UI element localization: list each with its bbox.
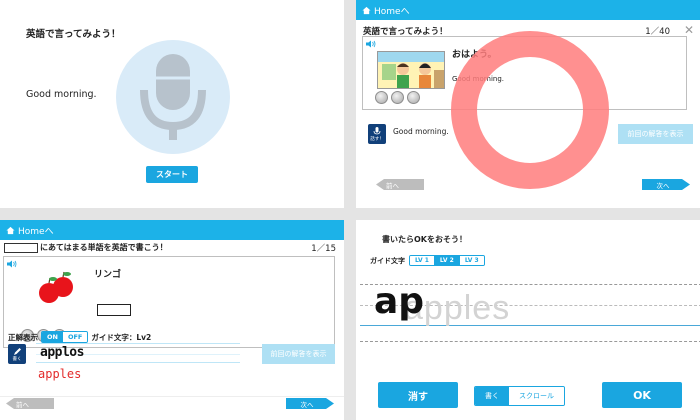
handwritten-answer: applos (40, 345, 84, 360)
guide-level-row: ガイド文字 LV 1 LV 2 LV 3 (370, 255, 485, 266)
medal-icon (407, 91, 420, 104)
medal-row (375, 91, 420, 104)
write-button[interactable]: 書く (8, 344, 26, 364)
handwritten-strokes: ap (374, 281, 425, 322)
start-button[interactable]: スタート (146, 166, 198, 183)
write-question-panel: Homeへ にあてはまる単語を英語で書こう！ 1／15 リンゴ 正解表示 ON … (0, 220, 344, 420)
blank-box (4, 242, 38, 253)
level-2-option[interactable]: LV 2 (434, 256, 460, 265)
handwriting-input[interactable]: applos (36, 343, 240, 363)
mode-toggle[interactable]: 書く スクロール (474, 386, 565, 406)
write-mode-option[interactable]: 書く (475, 387, 509, 405)
guide-level-label: ガイド文字：Lv2 (91, 332, 152, 342)
home-bar[interactable]: Homeへ (0, 220, 344, 240)
level-1-option[interactable]: LV 1 (410, 256, 435, 265)
page-title: 書いたらOKをおそう！ (382, 235, 467, 244)
speak-result-panel: Homeへ 英語で言ってみよう！ 1／40 ✕ おはよう。 Good morni… (356, 0, 700, 208)
toggle-off[interactable]: OFF (62, 332, 88, 342)
settings-row: 正解表示 ON OFF ガイド文字：Lv2 (8, 331, 151, 343)
microphone-icon (373, 127, 381, 135)
home-icon (6, 226, 15, 234)
japanese-word: リンゴ (94, 270, 122, 280)
write-badge-label: 書く (12, 357, 22, 362)
question-text: にあてはまる単語を英語で書こう！ (4, 242, 168, 253)
medal-icon (391, 91, 404, 104)
speaker-icon[interactable] (7, 260, 17, 268)
spoken-answer: Good morning. (393, 127, 449, 136)
speak-badge-label: 話す！ (370, 137, 384, 142)
scroll-mode-option[interactable]: スクロール (509, 387, 564, 405)
next-button[interactable]: 次へ (642, 179, 690, 190)
handwriting-canvas[interactable]: apples ap (360, 281, 700, 342)
show-previous-answer-button[interactable]: 前回の解答を表示 (262, 344, 335, 364)
home-bar[interactable]: Homeへ (356, 0, 700, 20)
apple-illustration (39, 271, 73, 303)
pencil-icon (13, 348, 21, 355)
close-icon[interactable]: ✕ (684, 23, 694, 37)
target-phrase: Good morning. (26, 89, 97, 100)
home-link[interactable]: Homeへ (18, 224, 54, 237)
show-previous-answer-button[interactable]: 前回の解答を表示 (618, 124, 693, 144)
ok-button[interactable]: OK (602, 382, 682, 408)
correct-answer: apples (38, 367, 82, 381)
toggle-on[interactable]: ON (42, 332, 63, 342)
illustration-image (377, 51, 445, 89)
handwriting-panel: 書いたらOKをおそう！ ガイド文字 LV 1 LV 2 LV 3 apples … (344, 220, 700, 420)
page-title: 英語で言ってみよう！ (26, 29, 121, 40)
highlight-ring (451, 31, 609, 189)
correct-display-toggle[interactable]: ON OFF (41, 331, 89, 343)
level-3-option[interactable]: LV 3 (459, 256, 484, 265)
guide-label: ガイド文字 (370, 256, 405, 265)
prev-button[interactable]: 前へ (376, 179, 424, 190)
question-progress: 1／15 (311, 244, 336, 254)
home-link[interactable]: Homeへ (374, 4, 410, 17)
footer-divider (0, 396, 344, 397)
correct-display-label: 正解表示 (8, 332, 38, 342)
screenshot-collage: 英語で言ってみよう！ Good morning. スタート Homeへ 英語で言… (0, 0, 700, 420)
question-label: にあてはまる単語を英語で書こう！ (40, 243, 168, 252)
guide-level-selector[interactable]: LV 1 LV 2 LV 3 (409, 255, 485, 266)
clear-button[interactable]: 消す (378, 382, 458, 408)
speak-button[interactable]: 話す！ (368, 124, 386, 144)
speaker-icon[interactable] (366, 40, 376, 48)
microphone-icon[interactable] (116, 40, 230, 154)
home-icon (362, 6, 371, 14)
speak-start-panel: 英語で言ってみよう！ Good morning. スタート (0, 0, 344, 208)
next-button[interactable]: 次へ (286, 398, 334, 409)
medal-icon (375, 91, 388, 104)
answer-blank (97, 304, 131, 316)
prev-button[interactable]: 前へ (6, 398, 54, 409)
